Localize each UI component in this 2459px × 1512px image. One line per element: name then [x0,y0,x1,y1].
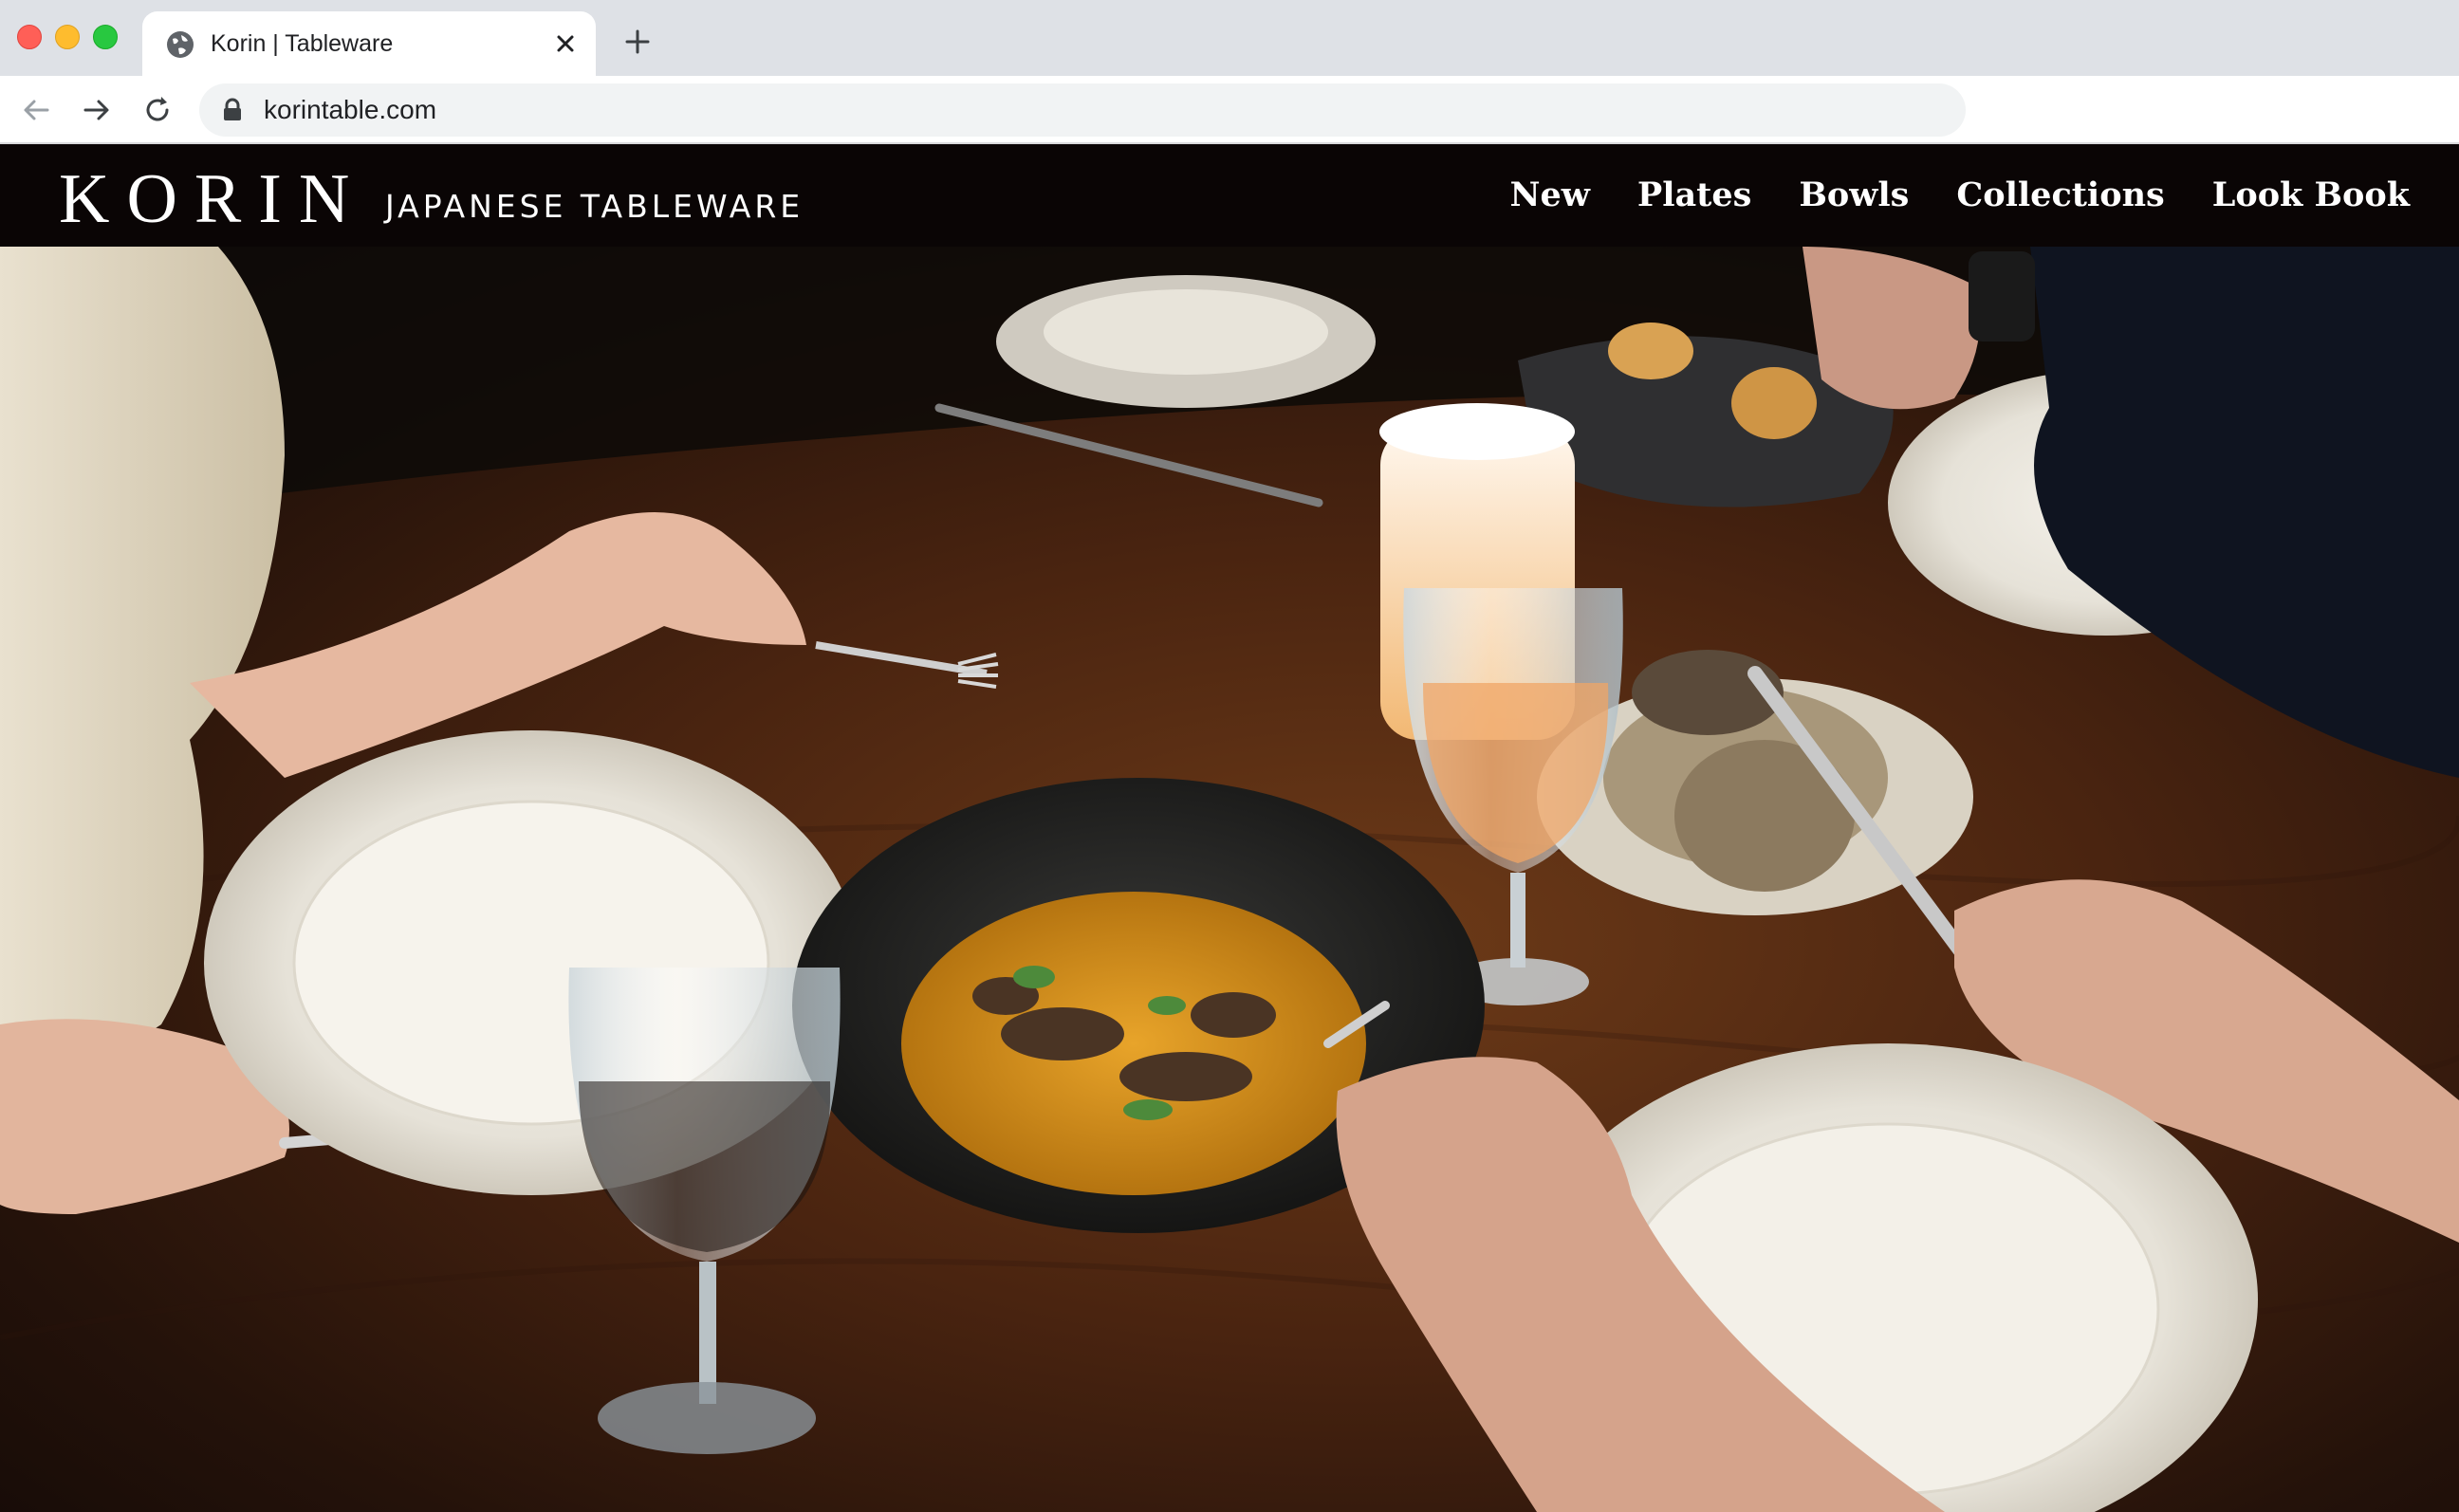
nav-look-book[interactable]: Look Book [2212,173,2410,218]
new-tab-icon[interactable] [622,27,653,57]
close-tab-icon[interactable] [552,30,579,57]
main-nav: New Plates Bowls Collections Look Book [1510,173,2411,218]
globe-icon [167,31,194,58]
lock-icon [224,98,241,120]
dining-table-illustration [0,247,2459,1512]
address-bar[interactable]: korintable.com [199,83,1966,137]
maximize-window-button[interactable] [93,25,118,49]
site-header: KORIN JAPANESE TABLEWARE New Plates Bowl… [0,144,2459,247]
logo-tagline: JAPANESE TABLEWARE [385,188,804,225]
minimize-window-button[interactable] [55,25,80,49]
hero-image [0,247,2459,1512]
browser-tab[interactable]: Korin | Tableware [142,11,596,76]
back-arrow-icon[interactable] [17,91,55,129]
tab-title: Korin | Tableware [211,30,394,57]
nav-new[interactable]: New [1510,173,1590,218]
nav-plates[interactable]: Plates [1637,173,1751,218]
nav-collections[interactable]: Collections [1956,173,2164,218]
nav-bowls[interactable]: Bowls [1799,173,1909,218]
browser-toolbar: korintable.com [0,76,2459,144]
korin-logo[interactable]: KORIN [59,161,366,237]
url-text: korintable.com [264,95,437,124]
reload-icon[interactable] [139,91,176,129]
browser-tab-bar: Korin | Tableware [0,0,2459,76]
forward-arrow-icon[interactable] [78,91,116,129]
close-window-button[interactable] [17,25,42,49]
